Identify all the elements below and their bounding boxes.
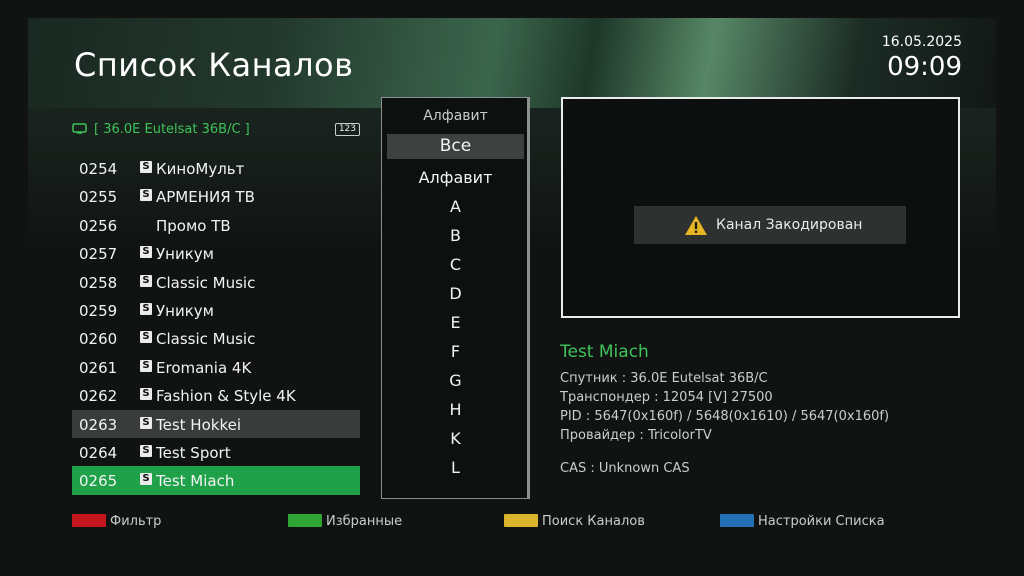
sort-options-list: Все Алфавит A B C D E F G H K L xyxy=(382,134,529,482)
sort-option-alphabet[interactable]: Алфавит xyxy=(382,163,529,192)
channel-name: АРМЕНИЯ ТВ xyxy=(156,188,255,207)
info-cas: CAS : Unknown CAS xyxy=(560,461,690,476)
channel-row[interactable]: 0256 Промо ТВ xyxy=(72,211,360,239)
scrambled-icon: S xyxy=(140,473,152,486)
page-title: Список Каналов xyxy=(74,46,354,84)
sort-panel-title: Алфавит xyxy=(423,108,488,124)
sort-panel: Алфавит Все Алфавит A B C D E F G H K L xyxy=(381,97,530,499)
channel-number: 0258 xyxy=(79,273,118,292)
info-transponder: Транспондер : 12054 [V] 27500 xyxy=(560,390,773,405)
sort-option-letter[interactable]: E xyxy=(382,308,529,337)
sort-option-letter[interactable]: K xyxy=(382,424,529,453)
scrambled-icon: S xyxy=(140,246,152,259)
legend-label: Фильтр xyxy=(110,514,162,529)
encrypted-message: Канал Закодирован xyxy=(716,217,863,233)
satellite-row: [ 36.0E Eutelsat 36B/C ] 123 xyxy=(72,120,360,140)
channel-number: 0263 xyxy=(79,415,118,434)
channel-number: 0255 xyxy=(79,188,118,207)
channel-name: Classic Music xyxy=(156,330,256,349)
warning-icon xyxy=(685,216,707,235)
clock-display: 09:09 xyxy=(887,52,962,82)
sort-panel-scrollbar[interactable] xyxy=(527,98,529,498)
channel-number: 0265 xyxy=(79,472,118,491)
channel-name: Fashion & Style 4K xyxy=(156,387,296,406)
channel-name: Test Miach xyxy=(156,472,235,491)
info-channel-name: Test Miach xyxy=(560,342,649,362)
channel-name: КиноМульт xyxy=(156,160,245,178)
blue-key-swatch xyxy=(720,514,754,527)
scrambled-icon: S xyxy=(140,359,152,372)
channel-row[interactable]: 0254 S КиноМульт xyxy=(72,154,360,182)
channel-row-selected[interactable]: 0263 S Test Hokkei xyxy=(72,409,360,438)
red-key-swatch xyxy=(72,514,106,527)
numeric-mode-badge: 123 xyxy=(334,123,360,136)
channel-name: Eromania 4K xyxy=(156,358,252,377)
scrambled-icon: S xyxy=(140,189,152,202)
scrambled-icon: S xyxy=(140,302,152,315)
sort-option-letter[interactable]: B xyxy=(382,221,529,250)
channel-number: 0264 xyxy=(79,443,118,462)
date-display: 16.05.2025 xyxy=(881,34,962,50)
legend-label: Поиск Каналов xyxy=(542,514,645,529)
channel-row[interactable]: 0260 S Classic Music xyxy=(72,324,360,352)
channel-name: Test Sport xyxy=(156,443,231,462)
info-pid: PID : 5647(0x160f) / 5648(0x1610) / 5647… xyxy=(560,409,890,424)
channel-row[interactable]: 0257 S Уникум xyxy=(72,239,360,267)
encrypted-message-box: Канал Закодирован xyxy=(634,206,906,244)
scrambled-icon: S xyxy=(140,388,152,401)
sort-option-letter[interactable]: D xyxy=(382,279,529,308)
tv-icon xyxy=(72,123,87,134)
channel-number: 0256 xyxy=(79,216,118,235)
sort-option-letter[interactable]: H xyxy=(382,395,529,424)
scrambled-icon: S xyxy=(140,416,152,429)
channel-row[interactable]: 0255 S АРМЕНИЯ ТВ xyxy=(72,182,360,210)
channel-number: 0262 xyxy=(79,387,118,406)
channel-row[interactable]: 0258 S Classic Music xyxy=(72,268,360,296)
channel-row[interactable]: 0264 S Test Sport xyxy=(72,438,360,466)
sort-option-all[interactable]: Все xyxy=(387,134,524,159)
green-key-swatch xyxy=(288,514,322,527)
channel-row[interactable]: 0262 S Fashion & Style 4K xyxy=(72,381,360,409)
channel-name: Test Hokkei xyxy=(156,415,241,434)
sort-option-letter[interactable]: F xyxy=(382,337,529,366)
channel-number: 0261 xyxy=(79,358,118,377)
satellite-label: [ 36.0E Eutelsat 36B/C ] xyxy=(94,122,250,137)
legend-label: Избранные xyxy=(326,514,403,529)
channel-number: 0254 xyxy=(79,160,118,178)
channel-name: Classic Music xyxy=(156,273,256,292)
channel-number: 0257 xyxy=(79,245,118,264)
info-satellite: Спутник : 36.0E Eutelsat 36B/C xyxy=(560,371,768,386)
channel-name: Уникум xyxy=(156,245,214,264)
scrambled-icon: S xyxy=(140,274,152,287)
channel-name: Промо ТВ xyxy=(156,216,231,235)
channel-row-current[interactable]: 0265 S Test Miach xyxy=(72,466,360,495)
yellow-key-swatch xyxy=(504,514,538,527)
channel-row[interactable]: 0259 S Уникум xyxy=(72,296,360,324)
channel-number: 0260 xyxy=(79,330,118,349)
sort-option-letter[interactable]: C xyxy=(382,250,529,279)
sort-option-letter[interactable]: L xyxy=(382,453,529,482)
info-provider: Провайдер : TricolorTV xyxy=(560,428,712,443)
channel-number: 0259 xyxy=(79,301,118,320)
sort-option-letter[interactable]: A xyxy=(382,192,529,221)
legend-label: Настройки Списка xyxy=(758,514,885,529)
scrambled-icon: S xyxy=(140,444,152,457)
scrambled-icon: S xyxy=(140,331,152,344)
channel-name: Уникум xyxy=(156,301,214,320)
scrambled-icon: S xyxy=(140,161,152,173)
channel-row[interactable]: 0261 S Eromania 4K xyxy=(72,353,360,381)
sort-option-letter[interactable]: G xyxy=(382,366,529,395)
video-preview: Канал Закодирован xyxy=(561,97,960,318)
channel-list: 0254 S КиноМульт 0255 S АРМЕНИЯ ТВ 0256 Промо… xyxy=(72,154,360,495)
